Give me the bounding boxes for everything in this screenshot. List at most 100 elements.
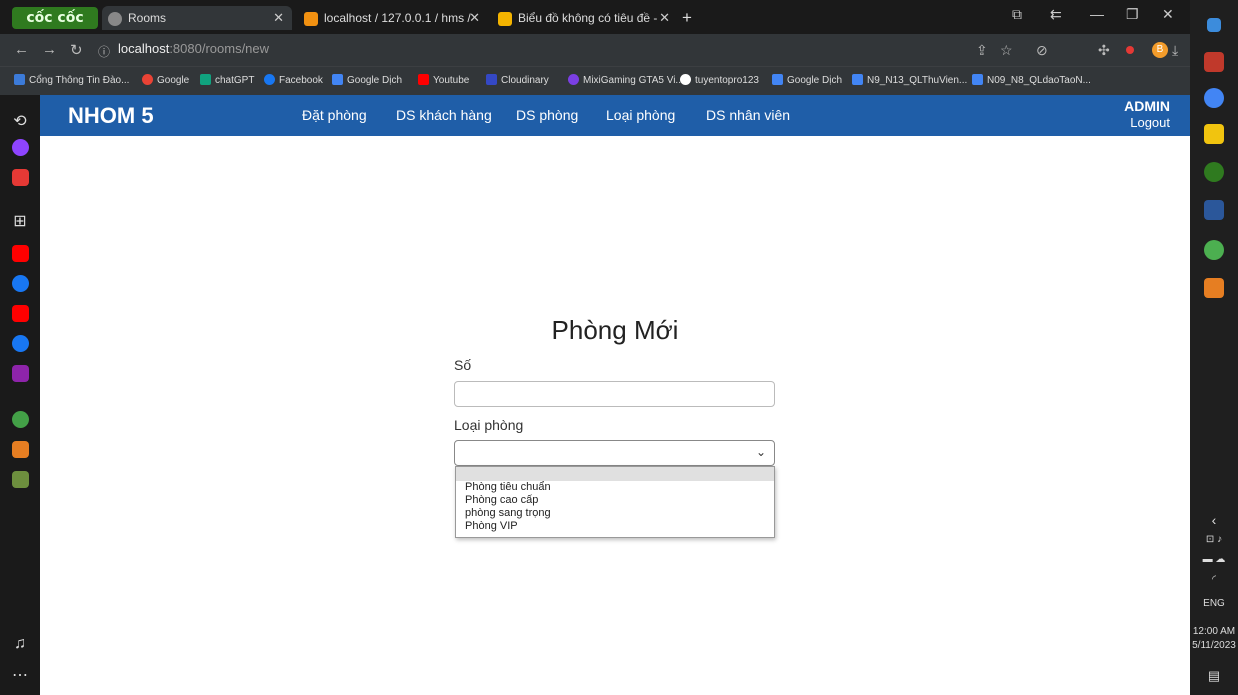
tab-chart[interactable]: Biểu đồ không có tiêu đề - ✕ xyxy=(492,6,678,30)
coccoc-icon[interactable] xyxy=(1204,162,1224,182)
back-icon[interactable]: ← xyxy=(14,41,29,58)
nav-ds-phong[interactable]: DS phòng xyxy=(516,107,578,123)
app-leaf-icon[interactable] xyxy=(1204,240,1224,260)
notifications-icon[interactable]: ▤ xyxy=(1190,668,1238,684)
facebook-icon[interactable] xyxy=(12,335,29,352)
chevron-down-icon: ⌄ xyxy=(755,445,766,459)
close-tab-icon[interactable]: ✕ xyxy=(469,6,480,30)
bookmark-item[interactable]: Facebook xyxy=(264,74,323,86)
bookmark-item[interactable]: MixiGaming GTA5 Vi... xyxy=(568,74,684,86)
nav-loai-phong[interactable]: Loại phòng xyxy=(606,107,675,123)
app-icon[interactable] xyxy=(1204,52,1224,72)
reload-icon[interactable]: ↻ xyxy=(70,41,83,59)
close-window-icon[interactable]: ✕ xyxy=(1162,6,1174,23)
volume-icon[interactable]: ⊡ ♪ xyxy=(1190,534,1238,545)
site-logo[interactable]: NHOM 5 xyxy=(68,103,154,129)
facebook-icon[interactable] xyxy=(12,275,29,292)
bookmark-item[interactable]: Youtube xyxy=(418,74,469,86)
chatgpt-icon xyxy=(200,74,211,85)
new-tab-icon[interactable]: + xyxy=(682,8,692,28)
nav-ds-khach-hang[interactable]: DS khách hàng xyxy=(396,107,492,123)
record-icon[interactable] xyxy=(1126,46,1134,54)
web-page: NHOM 5 Đặt phòng DS khách hàng DS phòng … xyxy=(40,95,1190,695)
extensions-icon[interactable]: ✣ xyxy=(1098,42,1110,59)
url-field[interactable]: localhost:8080/rooms/new xyxy=(118,41,269,56)
screenshot-icon[interactable]: ⧉ xyxy=(1012,6,1022,23)
bookmark-label: N09_N8_QLdaoTaoN... xyxy=(987,75,1091,86)
download-icon[interactable]: ⤓ xyxy=(1172,42,1178,59)
bookmark-item[interactable]: tuyentopro123 xyxy=(680,74,759,86)
xampp-icon[interactable] xyxy=(1204,278,1224,298)
bookmark-label: chatGPT xyxy=(215,75,255,86)
translate-icon xyxy=(772,74,783,85)
bookmark-item[interactable]: Cloudinary xyxy=(486,74,549,86)
forward-icon[interactable]: → xyxy=(42,41,57,58)
app-icon[interactable] xyxy=(12,169,29,186)
top-navbar: NHOM 5 Đặt phòng DS khách hàng DS phòng … xyxy=(40,95,1190,136)
close-tab-icon[interactable]: ✕ xyxy=(659,6,670,30)
option-empty[interactable] xyxy=(456,467,774,481)
facebook-icon xyxy=(264,74,275,85)
tab-bar: cốc cốc Rooms ✕ localhost / 127.0.0.1 / … xyxy=(0,0,1190,34)
chevron-left-icon[interactable]: ‹ xyxy=(1190,512,1238,528)
bookmark-item[interactable]: chatGPT xyxy=(200,74,254,86)
logout-link[interactable]: Logout xyxy=(1130,115,1170,130)
bookmark-item[interactable]: N9_N13_QLThuVien... xyxy=(852,74,967,86)
nav-ds-nhan-vien[interactable]: DS nhân viên xyxy=(706,107,790,123)
tab-phpmyadmin[interactable]: localhost / 127.0.0.1 / hms / ✕ xyxy=(298,6,488,30)
close-tab-icon[interactable]: ✕ xyxy=(273,6,284,30)
file-explorer-icon[interactable] xyxy=(1204,124,1224,144)
bookmark-item[interactable]: Google Dịch xyxy=(772,74,842,86)
language-indicator[interactable]: ENG xyxy=(1190,598,1238,609)
tab-label: Biểu đồ không có tiêu đề - xyxy=(518,11,658,25)
bookmark-item[interactable]: Cổng Thông Tin Đào... xyxy=(14,74,129,86)
star-icon[interactable]: ☆ xyxy=(1000,42,1013,59)
bookmark-label: Youtube xyxy=(433,75,470,86)
info-icon[interactable]: ⓘ xyxy=(98,43,110,60)
shop-icon[interactable] xyxy=(12,441,29,458)
sidebar-toggle-icon[interactable]: ⇇ xyxy=(1050,6,1062,23)
profile-avatar[interactable]: B xyxy=(1152,42,1168,58)
messenger-icon[interactable] xyxy=(12,139,29,156)
battery-icon[interactable]: ▬ ☁ xyxy=(1190,554,1238,565)
bookmark-label: MixiGaming GTA5 Vi... xyxy=(583,75,684,86)
option-tieu-chuan[interactable]: Phòng tiêu chuẩn xyxy=(456,481,774,494)
word-icon[interactable] xyxy=(1204,200,1224,220)
bookmark-item[interactable]: Google xyxy=(142,74,189,86)
option-sang-trong[interactable]: phòng sang trọng xyxy=(456,507,774,520)
bell-icon[interactable]: ♫ xyxy=(0,635,40,653)
clock-date[interactable]: 5/11/2023 xyxy=(1190,640,1238,651)
option-cao-cap[interactable]: Phòng cao cấp xyxy=(456,494,774,507)
tab-rooms[interactable]: Rooms ✕ xyxy=(102,6,292,30)
bookmark-item[interactable]: N09_N8_QLdaoTaoN... xyxy=(972,74,1091,86)
clock-time[interactable]: 12:00 AM xyxy=(1190,626,1238,637)
option-vip[interactable]: Phòng VIP xyxy=(456,520,774,533)
history-icon[interactable]: ⟲ xyxy=(0,111,40,131)
github-icon xyxy=(680,74,691,85)
coccoc-icon[interactable] xyxy=(12,411,29,428)
chrome-icon[interactable] xyxy=(1204,88,1224,108)
bookmark-item[interactable]: Google Dịch xyxy=(332,74,402,86)
more-icon[interactable]: ⋯ xyxy=(0,665,40,685)
game-icon[interactable] xyxy=(12,471,29,488)
app-d-icon[interactable] xyxy=(12,365,29,382)
so-input[interactable] xyxy=(454,381,775,407)
minimize-icon[interactable]: — xyxy=(1090,6,1104,22)
cloudinary-icon xyxy=(486,74,497,85)
browser-brand-button[interactable]: cốc cốc xyxy=(12,7,98,29)
bookmark-label: tuyentopro123 xyxy=(695,75,759,86)
youtube-icon[interactable] xyxy=(12,245,29,262)
address-bar: ← → ↻ ⓘ localhost:8080/rooms/new ⇪ ☆ ⊘ ✣… xyxy=(0,34,1190,66)
nav-dat-phong[interactable]: Đặt phòng xyxy=(302,107,367,123)
loai-phong-select[interactable]: ⌄ xyxy=(454,440,775,466)
share-icon[interactable]: ⇪ xyxy=(976,42,988,59)
bookmark-label: N9_N13_QLThuVien... xyxy=(867,75,968,86)
windows-start-icon[interactable] xyxy=(1207,18,1221,32)
add-icon[interactable]: ⊞ xyxy=(0,211,40,231)
block-icon[interactable]: ⊘ xyxy=(1036,42,1048,59)
google-icon xyxy=(142,74,153,85)
restore-icon[interactable]: ❐ xyxy=(1126,6,1139,23)
youtube-icon[interactable] xyxy=(12,305,29,322)
wifi-icon[interactable]: ◜ xyxy=(1190,574,1238,585)
youtube-icon xyxy=(418,74,429,85)
